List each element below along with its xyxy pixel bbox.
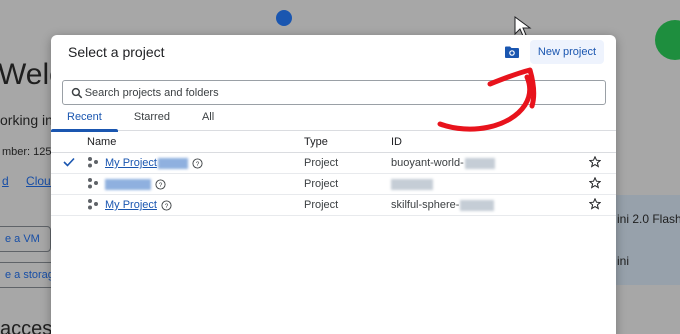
projects-table: Name Type ID My Project ? Project buoyan… [51, 132, 616, 216]
gemini-subtext: ini [617, 254, 630, 268]
tab-starred[interactable]: Starred [118, 107, 186, 130]
svg-text:?: ? [159, 181, 163, 188]
tab-all[interactable]: All [186, 107, 230, 130]
tab-recent[interactable]: Recent [51, 107, 118, 132]
background-link-1[interactable]: d [2, 174, 9, 188]
redacted-text [460, 199, 495, 211]
project-link[interactable]: My Project [105, 199, 157, 211]
project-icon [87, 177, 101, 192]
help-icon[interactable]: ? [161, 199, 172, 211]
search-icon [71, 87, 83, 98]
project-icon [87, 198, 101, 213]
project-name-cell: My Project ? [105, 157, 203, 169]
table-row[interactable]: ? Project [51, 174, 616, 195]
redacted-text [464, 157, 495, 169]
project-icon [87, 156, 101, 171]
star-icon[interactable] [588, 155, 603, 171]
column-name-header[interactable]: Name [87, 136, 116, 148]
new-project-button[interactable]: New project [529, 40, 604, 64]
table-row[interactable]: My Project ? Project skilful-sphere- [51, 195, 616, 216]
search-input[interactable] [84, 86, 605, 99]
svg-text:?: ? [196, 160, 200, 167]
project-id-text: buoyant-world- [391, 157, 464, 169]
folder-settings-icon[interactable] [502, 42, 522, 62]
create-vm-button[interactable]: e a VM [0, 226, 51, 252]
background-blue-shape [276, 10, 292, 26]
dialog-actions: New project [502, 40, 604, 64]
help-icon[interactable]: ? [155, 178, 166, 190]
project-type-cell: Project [304, 178, 339, 190]
gemini-panel [615, 195, 680, 285]
project-name-cell: ? [105, 178, 166, 190]
background-green-shape [655, 20, 680, 60]
star-icon[interactable] [588, 197, 603, 213]
project-link[interactable]: My Project [105, 157, 157, 169]
project-id-text: skilful-sphere- [391, 199, 460, 211]
redacted-text [105, 178, 151, 190]
redacted-text [157, 157, 188, 169]
search-box[interactable] [62, 80, 606, 105]
gemini-text: ini 2.0 Flash [617, 212, 680, 226]
redacted-text [391, 178, 433, 190]
star-icon[interactable] [588, 176, 603, 192]
project-id-cell: skilful-sphere- [391, 199, 495, 211]
column-type-header[interactable]: Type [304, 136, 328, 148]
check-icon [63, 157, 77, 170]
project-id-cell [391, 178, 433, 190]
svg-text:?: ? [165, 202, 169, 209]
working-in-text: orking in [0, 112, 53, 128]
help-icon[interactable]: ? [192, 157, 203, 169]
table-row[interactable]: My Project ? Project buoyant-world- [51, 153, 616, 174]
project-type-cell: Project [304, 199, 339, 211]
project-type-cell: Project [304, 157, 339, 169]
project-number-text: mber: 1252 [2, 146, 58, 158]
project-id-cell: buoyant-world- [391, 157, 495, 169]
column-id-header[interactable]: ID [391, 136, 402, 148]
dialog-title: Select a project [68, 44, 165, 60]
select-project-dialog: Select a project New project Recent Star… [51, 35, 616, 334]
project-tabs: Recent Starred All [51, 107, 616, 132]
project-name-cell: My Project ? [105, 199, 172, 211]
table-header: Name Type ID [51, 132, 616, 153]
